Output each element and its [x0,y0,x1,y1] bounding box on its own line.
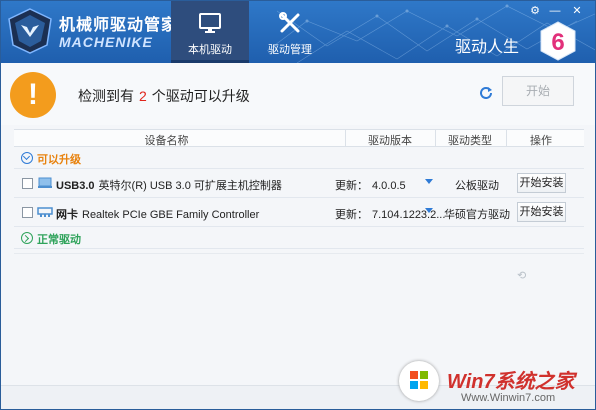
tools-icon [279,12,300,33]
title-bar: 机械师驱动管家 MACHENIKE 本机驱动 驱动管理 驱动人生 6 ⚙ — ✕ [1,1,595,63]
machenike-logo [8,8,52,54]
brand-name-cn: 机械师驱动管家 [59,17,179,34]
start-button[interactable]: 开始 [502,76,574,106]
device-name: 网卡 Realtek PCIe GBE Family Controller [56,206,259,222]
row-checkbox[interactable] [22,207,33,218]
driver-table: 设备名称 驱动版本 驱动类型 操作 可以升级 USB3.0 英特尔(R) USB … [14,129,584,249]
app-window: 机械师驱动管家 MACHENIKE 本机驱动 驱动管理 驱动人生 6 ⚙ — ✕ [0,0,596,410]
group-normal[interactable]: 正常驱动 [14,227,584,249]
version-dropdown-icon[interactable] [425,179,433,184]
brand-name-en: MACHENIKE [59,34,153,50]
status-suffix: 个驱动可以升级 [151,88,250,104]
column-driver-type: 驱动类型 [448,135,492,147]
nav-tab-label: 驱动管理 [268,44,312,56]
install-button[interactable]: 开始安装 [517,202,566,222]
minimize-icon[interactable]: — [547,4,563,18]
group-upgradable[interactable]: 可以升级 [14,147,584,169]
status-prefix: 检测到有 [78,88,134,104]
badge-number: 6 [551,29,564,56]
column-action: 操作 [530,135,552,147]
refresh-icon[interactable] [479,85,493,99]
nav-tab-driver-management[interactable]: 驱动管理 [251,1,329,63]
status-panel: ! 检测到有 2 个驱动可以升级 开始 [1,63,595,125]
driver-type: 公板驱动 [455,180,499,192]
watermark: Win7系统之家 Www.Winwin7.com [399,361,595,409]
device-description: 英特尔(R) USB 3.0 可扩展主机控制器 [98,180,282,192]
nav-tab-local-drivers[interactable]: 本机驱动 [171,1,249,63]
version-dropdown-icon[interactable] [425,208,433,213]
version-value: 7.104.1223.2... [372,209,446,221]
column-driver-version: 驱动版本 [368,135,412,147]
chevron-down-icon[interactable] [21,152,33,164]
row-checkbox[interactable] [22,178,33,189]
install-button[interactable]: 开始安装 [517,173,566,193]
nav-tab-label: 本机驱动 [188,44,232,56]
chevron-right-icon[interactable] [21,232,33,244]
usb-icon [38,177,52,188]
column-device-name: 设备名称 [144,135,189,147]
version-badge: 6 [540,21,576,61]
driver-version: 更新： 4.0.0.5 [335,177,406,193]
upgrade-count: 2 [139,88,147,104]
group-label: 可以升级 [37,154,81,166]
device-name: USB3.0 英特尔(R) USB 3.0 可扩展主机控制器 [56,177,282,193]
version-label: 更新： [335,180,368,192]
windows-flag-icon [410,371,428,389]
version-value: 4.0.0.5 [372,180,406,192]
settings-icon[interactable]: ⚙ [527,4,543,18]
table-row: 网卡 Realtek PCIe GBE Family Controller 更新：… [14,198,584,227]
close-icon[interactable]: ✕ [569,4,585,18]
network-icon [37,207,53,217]
group-label: 正常驱动 [37,234,81,246]
slogan: 驱动人生 [455,39,520,56]
windows-logo [399,361,439,401]
device-description: Realtek PCIe GBE Family Controller [82,209,260,221]
watermark-title: Win7系统之家 [447,371,575,393]
table-header: 设备名称 驱动版本 驱动类型 操作 [14,129,584,147]
driver-type: 华硕官方驱动 [444,209,510,221]
table-row: USB3.0 英特尔(R) USB 3.0 可扩展主机控制器 更新： 4.0.0.5… [14,169,584,198]
watermark-url: Www.Winwin7.com [461,392,556,404]
version-label: 更新： [335,209,368,221]
device-category: 网卡 [56,209,78,221]
status-message: 检测到有 2 个驱动可以升级 [78,86,250,106]
warning-icon: ! [10,72,56,118]
device-category: USB3.0 [56,180,95,192]
monitor-icon [199,13,221,33]
loading-icon: ⟲ [517,270,527,282]
